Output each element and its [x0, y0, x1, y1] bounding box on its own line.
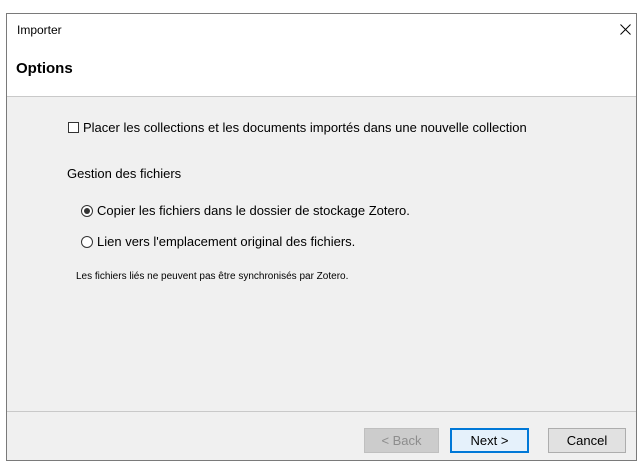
page-title: Options: [16, 60, 73, 77]
importer-dialog: Importer Options Placer les collections …: [6, 13, 637, 461]
footer-divider: [7, 411, 636, 412]
close-icon: [619, 23, 631, 35]
new-collection-label: Placer les collections et les documents …: [83, 120, 527, 135]
title-bar: Importer: [7, 14, 636, 46]
next-button[interactable]: Next >: [450, 428, 529, 453]
new-collection-option[interactable]: Placer les collections et les documents …: [68, 120, 527, 135]
options-panel: Placer les collections et les documents …: [7, 97, 636, 411]
new-collection-checkbox[interactable]: [68, 122, 79, 133]
linked-files-note: Les fichiers liés ne peuvent pas être sy…: [76, 271, 349, 282]
copy-files-option[interactable]: Copier les fichiers dans le dossier de s…: [81, 203, 410, 218]
close-button[interactable]: [614, 14, 636, 44]
copy-files-radio[interactable]: [81, 204, 93, 217]
file-handling-heading-row: Gestion des fichiers: [67, 166, 181, 181]
window-title: Importer: [17, 23, 62, 37]
copy-files-label: Copier les fichiers dans le dossier de s…: [97, 203, 410, 218]
wizard-header: Options: [7, 46, 636, 97]
link-files-option[interactable]: Lien vers l'emplacement original des fic…: [81, 234, 355, 249]
file-handling-heading: Gestion des fichiers: [67, 166, 182, 181]
back-button[interactable]: < Back: [364, 428, 439, 453]
link-files-label: Lien vers l'emplacement original des fic…: [97, 234, 356, 249]
link-files-radio[interactable]: [81, 235, 93, 248]
cancel-button[interactable]: Cancel: [548, 428, 626, 453]
